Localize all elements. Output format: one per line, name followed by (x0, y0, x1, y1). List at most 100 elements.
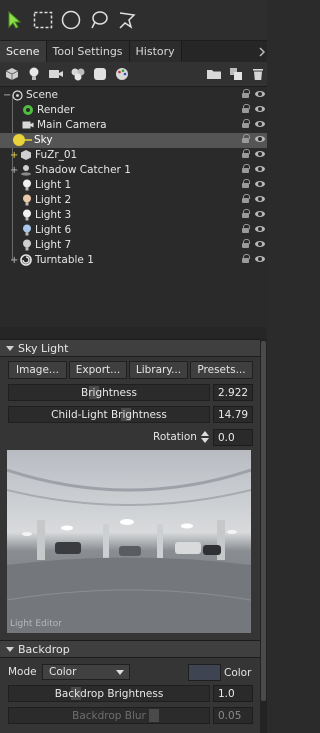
lasso-select-icon[interactable] (88, 9, 110, 31)
collapse-triangle-icon[interactable] (6, 345, 14, 351)
add-camera-icon[interactable] (47, 65, 65, 83)
splitter[interactable] (0, 327, 267, 339)
lock-icon[interactable] (242, 254, 250, 263)
duplicate-icon[interactable] (227, 65, 245, 83)
image-button[interactable]: Image... (8, 361, 67, 379)
tree-row-light-1[interactable]: Light 1 (0, 178, 267, 193)
material-palette-icon[interactable] (113, 65, 131, 83)
visibility-eye-icon[interactable] (255, 90, 265, 97)
sky-light-header[interactable]: Sky Light (0, 339, 260, 357)
scene-root-icon (12, 90, 23, 101)
visibility-eye-icon[interactable] (255, 240, 265, 247)
tree-row-light-3[interactable]: Light 3 (0, 208, 267, 223)
mode-dropdown[interactable]: Color (42, 664, 130, 680)
scrollbar-thumb[interactable] (261, 341, 266, 701)
tree-row-scene[interactable]: − Scene (0, 88, 267, 103)
lock-icon[interactable] (242, 119, 250, 128)
child-light-brightness-slider[interactable]: Child-Light Brightness (8, 406, 210, 423)
add-group-icon[interactable] (69, 65, 87, 83)
tab-scene[interactable]: Scene (0, 41, 47, 62)
tree-label: Light 3 (35, 209, 72, 222)
hdri-panorama-preview[interactable]: Light Editor (7, 450, 251, 633)
rect-select-icon[interactable] (32, 9, 54, 31)
collapse-icon[interactable]: − (3, 90, 11, 101)
scene-tree: − Scene Render Main Camera Sky + FuZr_01… (0, 87, 267, 327)
tree-row-light-7[interactable]: Light 7 (0, 238, 267, 253)
backdrop-brightness-value-field[interactable]: 1.0 (213, 685, 253, 702)
panorama-image (7, 450, 251, 633)
tree-row-main-camera[interactable]: Main Camera (0, 118, 267, 133)
lock-icon[interactable] (242, 224, 250, 233)
tree-row-light-6[interactable]: Light 6 (0, 223, 267, 238)
paint-select-icon[interactable] (116, 9, 138, 31)
lock-icon[interactable] (242, 134, 250, 143)
backdrop-color-swatch[interactable] (188, 664, 221, 681)
export-button[interactable]: Export... (69, 361, 127, 379)
brightness-value-field[interactable]: 2.922 (213, 384, 253, 401)
expand-icon[interactable]: + (10, 165, 18, 176)
lock-icon[interactable] (242, 194, 250, 203)
tree-label: Light 7 (35, 239, 72, 252)
visibility-eye-icon[interactable] (255, 105, 265, 112)
tree-label: Light 2 (35, 194, 72, 207)
lock-icon[interactable] (242, 104, 250, 113)
backdrop-blur-value-field[interactable]: 0.05 (213, 707, 253, 724)
light-bulb-icon (23, 179, 31, 191)
panel-tabs: Scene Tool Settings History (0, 41, 267, 62)
lock-icon[interactable] (242, 239, 250, 248)
turntable-icon (20, 254, 32, 267)
expand-icon[interactable]: + (10, 150, 18, 161)
tab-tool-settings[interactable]: Tool Settings (46, 41, 130, 62)
visibility-eye-icon[interactable] (255, 150, 265, 157)
visibility-eye-icon[interactable] (255, 210, 265, 217)
lock-icon[interactable] (242, 89, 250, 98)
rotation-stepper-icon[interactable] (200, 430, 210, 444)
backdrop-brightness-slider[interactable]: Backdrop Brightness (8, 685, 210, 702)
tree-row-render[interactable]: Render (0, 103, 267, 118)
color-label: Color (224, 667, 252, 679)
render-icon (23, 105, 33, 116)
add-model-icon[interactable] (3, 65, 21, 83)
presets-button[interactable]: Presets... (190, 361, 253, 379)
tree-row-light-2[interactable]: Light 2 (0, 193, 267, 208)
tree-row-shadow-catcher[interactable]: + Shadow Catcher 1 (0, 163, 267, 178)
tree-label: Sky (34, 134, 53, 147)
slider-label: Brightness (81, 386, 137, 399)
collapse-triangle-icon[interactable] (6, 646, 14, 652)
tree-row-turntable[interactable]: + Turntable 1 (0, 253, 267, 268)
rotation-value-field[interactable]: 0.0 (213, 429, 253, 446)
backdrop-blur-slider[interactable]: Backdrop Blur (8, 707, 210, 724)
brightness-slider[interactable]: Brightness (8, 384, 210, 401)
slider-knob[interactable] (149, 709, 159, 722)
child-light-brightness-value-field[interactable]: 14.79 (213, 406, 253, 423)
visibility-eye-icon[interactable] (255, 165, 265, 172)
visibility-eye-icon[interactable] (255, 225, 265, 232)
visibility-eye-icon[interactable] (255, 180, 265, 187)
light-bulb-icon (23, 239, 31, 251)
tree-row-fuzr[interactable]: + FuZr_01 (0, 148, 267, 163)
lock-icon[interactable] (242, 209, 250, 218)
tab-history[interactable]: History (129, 41, 182, 62)
backdrop-header[interactable]: Backdrop (0, 640, 260, 658)
lock-icon[interactable] (242, 164, 250, 173)
lock-icon[interactable] (242, 179, 250, 188)
expand-icon[interactable]: + (10, 255, 18, 266)
visibility-eye-icon[interactable] (255, 135, 265, 142)
visibility-eye-icon[interactable] (255, 255, 265, 262)
tab-scroll-icon[interactable] (257, 41, 267, 62)
property-scrollbar[interactable] (260, 339, 267, 733)
library-button[interactable]: Library... (129, 361, 188, 379)
sky-icon (13, 134, 32, 147)
select-arrow-icon[interactable] (4, 9, 26, 31)
lock-icon[interactable] (242, 149, 250, 158)
slider-label: Backdrop Blur (72, 709, 146, 722)
delete-icon[interactable] (249, 65, 267, 83)
visibility-eye-icon[interactable] (255, 120, 265, 127)
visibility-eye-icon[interactable] (255, 195, 265, 202)
tree-row-sky[interactable]: Sky (0, 133, 267, 148)
slider-label: Backdrop Brightness (54, 687, 164, 700)
folder-icon[interactable] (205, 65, 223, 83)
add-light-icon[interactable] (25, 65, 43, 83)
circle-select-icon[interactable] (60, 9, 82, 31)
add-environment-icon[interactable] (91, 65, 109, 83)
